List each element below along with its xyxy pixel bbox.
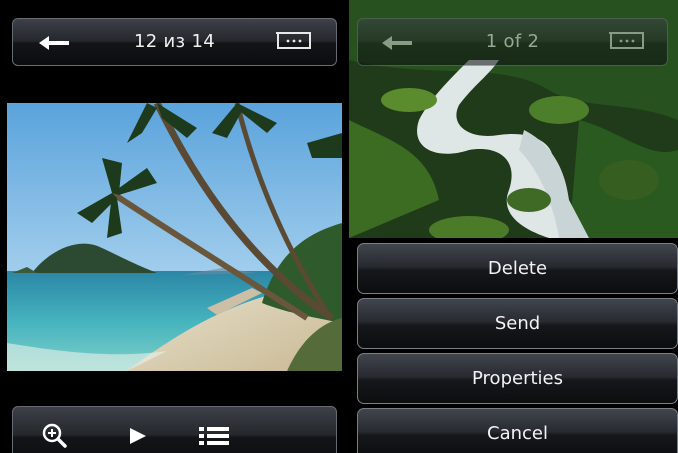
beach-photo[interactable] bbox=[7, 103, 342, 371]
top-bar: 12 из 14 bbox=[12, 18, 337, 66]
send-button[interactable]: Send bbox=[357, 298, 678, 349]
fullscreen-icon[interactable] bbox=[609, 29, 645, 53]
photo-viewer-panel: 12 из 14 bbox=[0, 0, 343, 453]
list-icon[interactable] bbox=[197, 421, 231, 449]
zoom-in-icon[interactable] bbox=[39, 421, 73, 449]
cancel-button[interactable]: Cancel bbox=[357, 408, 678, 453]
delete-button[interactable]: Delete bbox=[357, 243, 678, 294]
fullscreen-icon[interactable] bbox=[276, 29, 312, 53]
context-menu-panel: 1 of 2 Delete Send Properties Cancel bbox=[349, 0, 678, 453]
bottom-toolbar bbox=[12, 406, 337, 453]
top-bar-overlay: 1 of 2 bbox=[357, 18, 668, 66]
play-icon[interactable] bbox=[121, 421, 155, 449]
properties-button[interactable]: Properties bbox=[357, 353, 678, 404]
